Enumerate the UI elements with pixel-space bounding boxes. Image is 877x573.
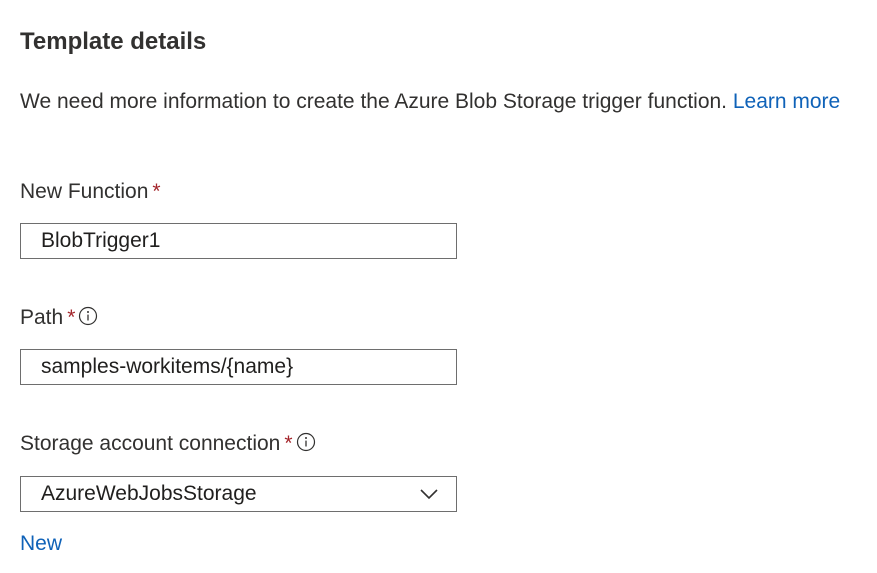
description-body: We need more information to create the A… [20, 90, 733, 113]
required-marker: * [152, 180, 161, 203]
required-marker: * [284, 432, 293, 455]
storage-connection-label-text: Storage account connection [20, 432, 281, 455]
new-function-input[interactable] [20, 223, 457, 259]
info-icon[interactable] [296, 432, 316, 452]
new-function-label: New Function * [20, 178, 161, 206]
section-title: Template details [20, 28, 207, 55]
info-icon[interactable] [78, 306, 98, 326]
path-label: Path * [20, 304, 98, 332]
new-function-label-text: New Function [20, 180, 149, 203]
storage-connection-dropdown[interactable]: AzureWebJobsStorage [20, 476, 457, 512]
chevron-down-icon [420, 489, 438, 500]
learn-more-link[interactable]: Learn more [733, 90, 840, 113]
description-text: We need more information to create the A… [20, 86, 860, 117]
new-connection-link[interactable]: New [20, 530, 62, 558]
required-marker: * [67, 306, 76, 329]
storage-connection-selected: AzureWebJobsStorage [41, 482, 257, 505]
path-label-text: Path [20, 306, 64, 329]
path-input[interactable] [20, 349, 457, 385]
storage-connection-label: Storage account connection * [20, 430, 316, 458]
